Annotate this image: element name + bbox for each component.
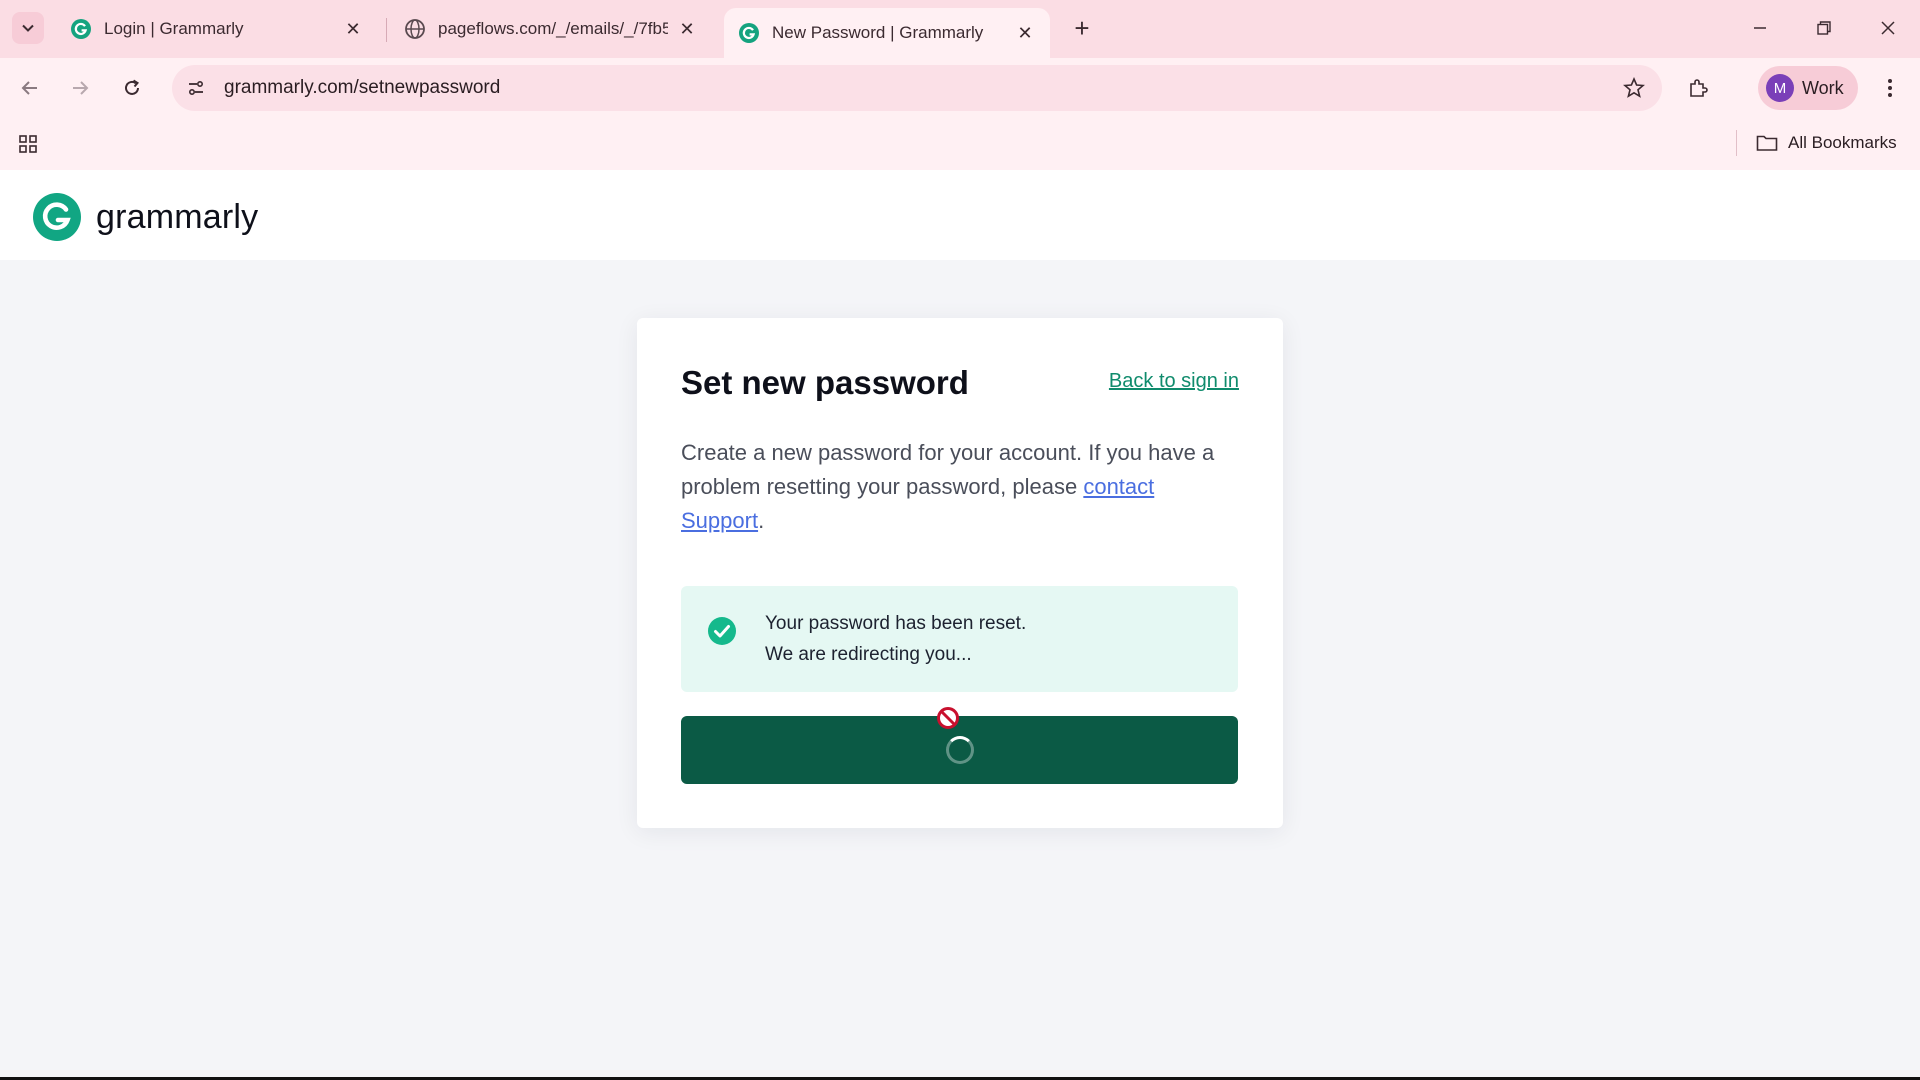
back-to-sign-in-link[interactable]: Back to sign in <box>1109 370 1239 393</box>
all-bookmarks-button[interactable]: All Bookmarks <box>1756 126 1897 160</box>
not-allowed-cursor-icon <box>937 707 959 729</box>
bookmarks-separator <box>1736 130 1737 156</box>
browser-toolbar: grammarly.com/setnewpassword M Work <box>0 58 1920 118</box>
grammarly-logo-icon <box>33 193 81 241</box>
alert-line-reset: Your password has been reset. <box>765 613 1027 634</box>
alert-line-redirect: We are redirecting you... <box>765 644 972 665</box>
tab-title: Login | Grammarly <box>104 19 244 38</box>
grammarly-favicon-icon <box>71 19 91 39</box>
grammarly-logo[interactable]: grammarly <box>32 192 258 242</box>
extensions-icon[interactable] <box>1680 70 1716 106</box>
restore-icon[interactable] <box>1804 10 1844 46</box>
browser-chrome: Login | Grammarly ✕ pageflows.com/_/emai… <box>0 0 1920 170</box>
bookmarks-bar: All Bookmarks <box>0 118 1920 170</box>
chevron-down-icon <box>22 24 34 32</box>
tab-close-icon[interactable]: ✕ <box>1014 22 1036 44</box>
tab-new-password[interactable]: New Password | Grammarly ✕ <box>724 8 1050 58</box>
success-alert: Your password has been reset. We are red… <box>681 586 1238 692</box>
avatar: M <box>1766 74 1794 102</box>
new-tab-button[interactable]: + <box>1066 12 1098 44</box>
alert-message: Your password has been reset. We are red… <box>765 608 1026 670</box>
window-close-icon[interactable] <box>1868 10 1908 46</box>
more-menu-icon[interactable] <box>1872 70 1908 106</box>
loading-spinner-icon <box>945 736 974 764</box>
minimize-icon[interactable] <box>1740 10 1780 46</box>
forward-icon[interactable] <box>62 70 98 106</box>
globe-icon <box>405 19 425 39</box>
folder-icon <box>1756 135 1778 151</box>
set-password-card: Set new password Back to sign in Create … <box>637 318 1283 828</box>
tab-pageflows[interactable]: pageflows.com/_/emails/_/7fb5 ✕ <box>390 8 712 50</box>
grammarly-favicon-icon <box>739 23 759 43</box>
tab-title: pageflows.com/_/emails/_/7fb5 <box>438 19 668 38</box>
tab-separator <box>386 18 387 42</box>
logo-text: grammarly <box>96 197 259 236</box>
check-circle-icon <box>708 617 736 645</box>
address-bar[interactable]: grammarly.com/setnewpassword <box>172 65 1662 111</box>
site-header: grammarly <box>0 170 1920 260</box>
tab-close-icon[interactable]: ✕ <box>676 18 698 40</box>
profile-button[interactable]: M Work <box>1758 66 1858 110</box>
page-title: Set new password <box>681 364 969 401</box>
tab-login[interactable]: Login | Grammarly ✕ <box>56 8 378 50</box>
url-text[interactable]: grammarly.com/setnewpassword <box>224 77 1614 99</box>
tab-title: New Password | Grammarly <box>772 23 984 42</box>
bookmark-star-icon[interactable] <box>1614 68 1654 108</box>
description-end: . <box>758 508 765 533</box>
all-bookmarks-label: All Bookmarks <box>1788 133 1897 152</box>
apps-grid-icon[interactable] <box>12 128 44 160</box>
site-info-icon[interactable] <box>176 68 216 108</box>
tab-close-icon[interactable]: ✕ <box>342 18 364 40</box>
tab-strip: Login | Grammarly ✕ pageflows.com/_/emai… <box>0 0 1920 58</box>
tab-search-button[interactable] <box>12 12 44 44</box>
description: Create a new password for your account. … <box>681 436 1241 538</box>
back-icon[interactable] <box>12 70 48 106</box>
reload-icon[interactable] <box>114 70 150 106</box>
profile-name: Work <box>1802 77 1844 98</box>
